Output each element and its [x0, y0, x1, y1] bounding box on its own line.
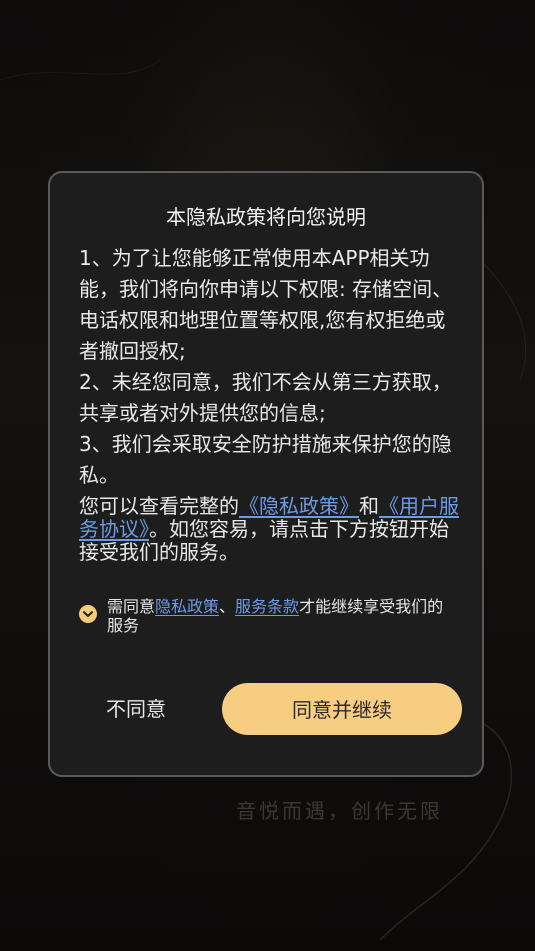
privacy-policy-link[interactable]: 《隐私政策》 [239, 494, 359, 518]
summary-prefix: 您可以查看完整的 [79, 494, 239, 518]
consent-row: 需同意隐私政策、服务条款才能继续享受我们的服务 [79, 597, 459, 641]
consent-privacy-link[interactable]: 隐私政策 [155, 597, 219, 616]
consent-terms-link[interactable]: 服务条款 [235, 597, 299, 616]
policy-summary: 您可以查看完整的《隐私政策》和《用户服务协议》。如您容易，请点击下方按钮开始接受… [79, 495, 461, 564]
slogan-text: 音悦而遇，创作无限 [236, 799, 443, 823]
consent-separator: 、 [219, 597, 236, 616]
policy-point-2: 2、未经您同意，我们不会从第三方获取，共享或者对外提供您的信息; [79, 370, 452, 425]
privacy-dialog: 本隐私政策将向您说明 1、为了让您能够正常使用本APP相关功能，我们将向你申请以… [48, 171, 484, 777]
consent-text: 需同意隐私政策、服务条款才能继续享受我们的服务 [107, 597, 457, 635]
consent-prefix: 需同意 [107, 597, 156, 616]
disagree-button[interactable]: 不同意 [82, 683, 192, 735]
agree-continue-button[interactable]: 同意并继续 [222, 683, 462, 735]
dialog-body: 1、为了让您能够正常使用本APP相关功能，我们将向你申请以下权限: 存储空间、电… [79, 243, 461, 564]
policy-point-3: 3、我们会采取安全防护措施来保护您的隐私。 [79, 432, 452, 487]
check-circle-icon[interactable] [79, 605, 97, 623]
summary-and: 和 [359, 494, 379, 518]
dialog-title: 本隐私政策将向您说明 [166, 205, 366, 229]
policy-point-1: 1、为了让您能够正常使用本APP相关功能，我们将向你申请以下权限: 存储空间、电… [79, 246, 453, 363]
